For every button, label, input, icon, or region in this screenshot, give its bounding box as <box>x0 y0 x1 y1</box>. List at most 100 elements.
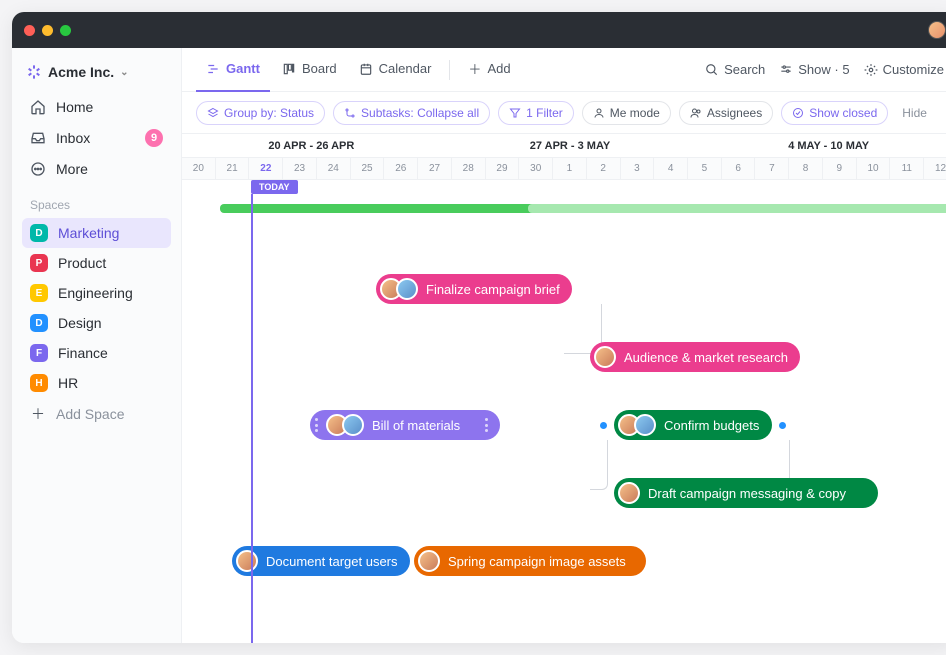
day-cell[interactable]: 24 <box>317 158 351 179</box>
assignee-avatars[interactable] <box>380 278 418 300</box>
hide-button[interactable]: Hide <box>902 106 927 120</box>
space-item-hr[interactable]: HHR <box>22 368 171 398</box>
day-cell[interactable]: 28 <box>452 158 486 179</box>
day-cell[interactable]: 5 <box>688 158 722 179</box>
day-cell[interactable]: 10 <box>857 158 891 179</box>
day-cell[interactable]: 23 <box>283 158 317 179</box>
search-label: Search <box>724 62 765 77</box>
pill-label: Show closed <box>809 106 877 120</box>
day-cell[interactable]: 30 <box>519 158 553 179</box>
space-item-marketing[interactable]: DMarketing <box>22 218 171 248</box>
show-label: Show · 5 <box>798 62 849 77</box>
space-item-finance[interactable]: FFinance <box>22 338 171 368</box>
gear-icon <box>864 63 878 77</box>
assignee-avatars[interactable] <box>326 414 364 436</box>
task-bar[interactable]: Confirm budgets <box>614 410 772 440</box>
nav-more[interactable]: More <box>22 154 171 184</box>
maximize-icon[interactable] <box>60 25 71 36</box>
subtasks-pill[interactable]: Subtasks: Collapse all <box>333 101 490 125</box>
workspace-selector[interactable]: Acme Inc. ⌄ <box>22 60 171 92</box>
tab-calendar[interactable]: Calendar <box>349 48 442 92</box>
task-bar[interactable]: Draft campaign messaging & copy <box>614 478 878 508</box>
task-label: Bill of materials <box>372 418 460 433</box>
day-cell[interactable]: 29 <box>486 158 520 179</box>
add-view-button[interactable]: ＋ Add <box>458 48 520 92</box>
avatar[interactable] <box>618 482 640 504</box>
user-icon <box>593 107 605 119</box>
add-space-button[interactable]: ＋ Add Space <box>22 398 171 430</box>
task-bar[interactable]: Bill of materials <box>310 410 500 440</box>
chevron-down-icon: ⌄ <box>120 67 128 78</box>
day-cell[interactable]: 8 <box>789 158 823 179</box>
day-cell[interactable]: 27 <box>418 158 452 179</box>
avatar[interactable] <box>418 550 440 572</box>
avatar[interactable] <box>634 414 656 436</box>
settings-sliders-icon <box>779 63 793 77</box>
day-cell[interactable]: 25 <box>351 158 385 179</box>
pill-label: Assignees <box>707 106 762 120</box>
day-cell[interactable]: 3 <box>621 158 655 179</box>
day-cell[interactable]: 26 <box>384 158 418 179</box>
assignee-avatars[interactable] <box>618 414 656 436</box>
board-icon <box>282 62 296 76</box>
avatar[interactable] <box>342 414 364 436</box>
assignees-pill[interactable]: Assignees <box>679 101 773 125</box>
day-cell[interactable]: 7 <box>755 158 789 179</box>
day-cell[interactable]: 2 <box>587 158 621 179</box>
day-cell[interactable]: 9 <box>823 158 857 179</box>
assignee-avatars[interactable] <box>594 346 616 368</box>
show-closed-pill[interactable]: Show closed <box>781 101 888 125</box>
close-icon[interactable] <box>24 25 35 36</box>
day-cell[interactable]: 12 <box>924 158 946 179</box>
space-item-engineering[interactable]: EEngineering <box>22 278 171 308</box>
spaces-heading: Spaces <box>22 184 171 218</box>
summary-bar-light <box>528 204 946 213</box>
day-header: 2021222324252627282930123456789101112 <box>182 158 946 180</box>
avatar[interactable] <box>236 550 258 572</box>
user-avatar[interactable] <box>928 21 946 39</box>
day-cell[interactable]: 20 <box>182 158 216 179</box>
task-label: Audience & market research <box>624 350 788 365</box>
space-item-design[interactable]: DDesign <box>22 308 171 338</box>
gantt-chart[interactable]: 20 APR - 26 APR27 APR - 3 MAY4 MAY - 10 … <box>182 134 946 643</box>
space-label: Design <box>58 315 102 331</box>
selection-handle[interactable] <box>600 422 607 429</box>
task-bar[interactable]: Audience & market research <box>590 342 800 372</box>
plus-icon: ＋ <box>468 59 481 78</box>
task-bar[interactable]: Finalize campaign brief <box>376 274 572 304</box>
day-cell[interactable]: 1 <box>553 158 587 179</box>
day-cell[interactable]: 6 <box>722 158 756 179</box>
day-cell[interactable]: 4 <box>654 158 688 179</box>
task-bar[interactable]: Document target users <box>232 546 410 576</box>
drag-handle-icon[interactable] <box>484 418 488 432</box>
day-cell[interactable]: 21 <box>216 158 250 179</box>
assignee-avatars[interactable] <box>418 550 440 572</box>
task-label: Spring campaign image assets <box>448 554 626 569</box>
nav-home[interactable]: Home <box>22 92 171 122</box>
avatar[interactable] <box>594 346 616 368</box>
selection-handle[interactable] <box>779 422 786 429</box>
pill-label: 1 Filter <box>526 106 563 120</box>
show-button[interactable]: Show · 5 <box>779 62 849 77</box>
assignee-avatars[interactable] <box>236 550 258 572</box>
day-cell[interactable]: 22 <box>249 158 283 179</box>
today-marker: TODAY <box>251 180 298 194</box>
nav-inbox[interactable]: Inbox 9 <box>22 122 171 154</box>
sidebar: Acme Inc. ⌄ Home Inbox 9 More Spaces DMa… <box>12 48 182 643</box>
minimize-icon[interactable] <box>42 25 53 36</box>
space-item-product[interactable]: PProduct <box>22 248 171 278</box>
customize-button[interactable]: Customize <box>864 62 944 77</box>
assignee-avatars[interactable] <box>618 482 640 504</box>
me-mode-pill[interactable]: Me mode <box>582 101 671 125</box>
drag-handle-icon[interactable] <box>314 418 318 432</box>
search-button[interactable]: Search <box>705 62 765 77</box>
tab-board[interactable]: Board <box>272 48 347 92</box>
filter-pill[interactable]: 1 Filter <box>498 101 574 125</box>
task-bar[interactable]: Spring campaign image assets <box>414 546 646 576</box>
day-cell[interactable]: 11 <box>890 158 924 179</box>
inbox-icon <box>30 130 46 146</box>
tab-gantt[interactable]: Gantt <box>196 48 270 92</box>
group-by-pill[interactable]: Group by: Status <box>196 101 325 125</box>
week-label: 20 APR - 26 APR <box>182 134 441 157</box>
avatar[interactable] <box>396 278 418 300</box>
